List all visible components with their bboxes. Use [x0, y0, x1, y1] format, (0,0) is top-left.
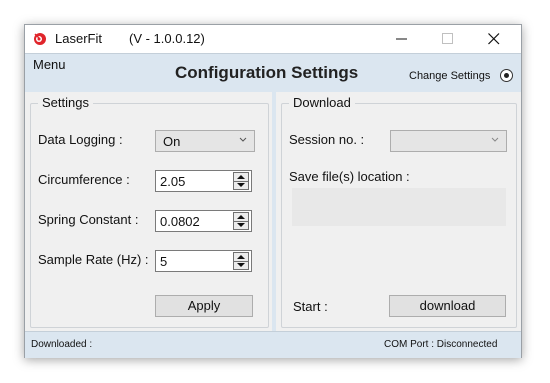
arrow-up-icon: [237, 255, 245, 259]
main-content: Settings Data Logging : On Circumference…: [25, 92, 521, 331]
change-settings-radio[interactable]: [500, 69, 513, 82]
title-bar[interactable]: LaserFit (V - 1.0.0.12): [25, 25, 521, 53]
com-port-value: Disconnected: [436, 339, 498, 350]
menu-button[interactable]: Menu: [33, 57, 66, 72]
close-icon: [488, 33, 500, 45]
arrow-down-icon: [237, 223, 245, 227]
circumference-label: Circumference :: [38, 172, 130, 187]
close-button[interactable]: [471, 25, 517, 53]
circumference-value: 2.05: [160, 174, 186, 189]
circumference-stepper[interactable]: 2.05: [155, 170, 252, 192]
download-button[interactable]: download: [389, 295, 506, 317]
stepper-arrows[interactable]: [233, 252, 249, 270]
minimize-button[interactable]: [379, 25, 425, 53]
red-laser-logo-icon: [34, 33, 46, 45]
minimize-icon: [396, 38, 407, 40]
com-port-label: COM Port :: [384, 339, 435, 350]
status-bar: Downloaded : COM Port : Disconnected: [25, 331, 521, 358]
maximize-icon: [442, 33, 453, 44]
settings-legend: Settings: [38, 95, 93, 110]
save-location-label: Save file(s) location :: [289, 169, 410, 184]
spring-constant-label: Spring Constant :: [38, 212, 139, 227]
app-name: LaserFit: [55, 31, 102, 46]
download-legend: Download: [289, 95, 355, 110]
page-title: Configuration Settings: [175, 63, 359, 82]
save-location-box[interactable]: [292, 188, 506, 226]
com-port-status: COM Port : Disconnected: [384, 339, 497, 350]
spring-constant-stepper[interactable]: 0.0802: [155, 210, 252, 232]
sample-rate-stepper[interactable]: 5: [155, 250, 252, 272]
start-label: Start :: [293, 299, 328, 314]
app-window: LaserFit (V - 1.0.0.12) Menu Configurati…: [24, 24, 522, 358]
apply-button[interactable]: Apply: [155, 295, 253, 317]
panel-divider: [272, 92, 276, 331]
spring-constant-value: 0.0802: [160, 214, 200, 229]
sample-rate-label: Sample Rate (Hz) :: [38, 252, 149, 267]
change-settings-label: Change Settings: [409, 70, 491, 82]
stepper-arrows[interactable]: [233, 172, 249, 190]
session-select[interactable]: [390, 130, 507, 152]
maximize-button[interactable]: [425, 25, 471, 53]
app-version: (V - 1.0.0.12): [129, 31, 205, 46]
sample-rate-value: 5: [160, 254, 168, 269]
chevron-down-icon: [491, 137, 499, 142]
data-logging-value: On: [163, 134, 181, 149]
data-logging-label: Data Logging :: [38, 132, 123, 147]
data-logging-select[interactable]: On: [155, 130, 255, 152]
arrow-down-icon: [237, 183, 245, 187]
chevron-down-icon: [239, 137, 247, 142]
session-label: Session no. :: [289, 132, 365, 147]
arrow-up-icon: [237, 215, 245, 219]
stepper-arrows[interactable]: [233, 212, 249, 230]
downloaded-status: Downloaded :: [31, 339, 93, 350]
header-bar: Menu Configuration Settings Change Setti…: [25, 53, 521, 92]
arrow-down-icon: [237, 263, 245, 267]
arrow-up-icon: [237, 175, 245, 179]
